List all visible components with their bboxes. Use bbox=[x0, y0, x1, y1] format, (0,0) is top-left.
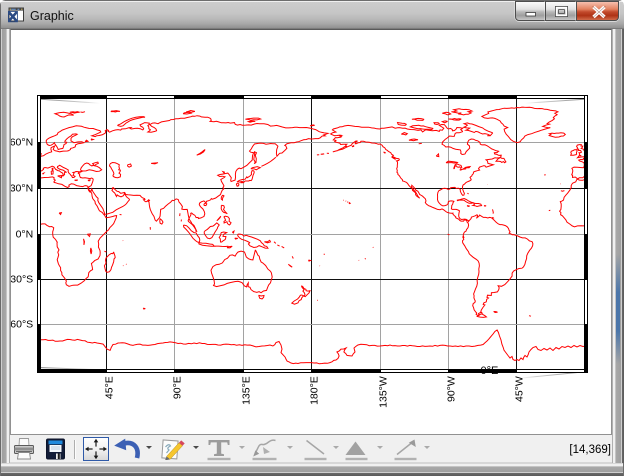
svg-text:135°E: 135°E bbox=[241, 376, 253, 405]
svg-text:30°S: 30°S bbox=[10, 274, 33, 286]
svg-text:135°W: 135°W bbox=[378, 376, 390, 408]
svg-text:90°E: 90°E bbox=[172, 376, 184, 399]
svg-text:90°W: 90°W bbox=[446, 376, 458, 402]
svg-text:60°S: 60°S bbox=[10, 319, 33, 331]
svg-text:45°E: 45°E bbox=[104, 376, 116, 399]
svg-text:30°N: 30°N bbox=[10, 183, 33, 195]
svg-text:60°N: 60°N bbox=[10, 137, 33, 149]
svg-text:45°W: 45°W bbox=[514, 376, 526, 402]
svg-text:180°E: 180°E bbox=[309, 376, 321, 405]
svg-text:0°N: 0°N bbox=[16, 229, 34, 241]
